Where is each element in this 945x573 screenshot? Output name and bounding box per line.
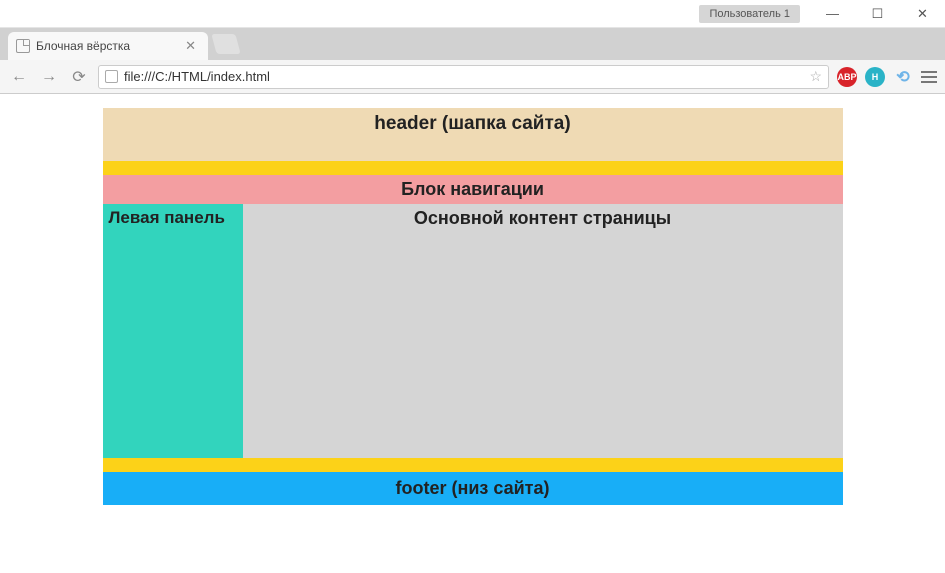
- forward-button[interactable]: →: [38, 68, 60, 86]
- reload-button[interactable]: ⟳: [68, 67, 90, 87]
- sync-icon[interactable]: ⟲: [893, 67, 913, 87]
- browser-tab[interactable]: Блочная вёрстка ✕: [8, 32, 208, 60]
- page-viewport: header (шапка сайта) Блок навигации Лева…: [0, 94, 945, 573]
- navigation-block: Блок навигации: [103, 175, 843, 204]
- bookmark-star-icon[interactable]: ☆: [809, 68, 822, 85]
- close-button[interactable]: ✕: [900, 0, 945, 28]
- site-footer: footer (низ сайта): [103, 472, 843, 505]
- address-bar[interactable]: ☆: [98, 65, 829, 89]
- left-panel: Левая панель: [103, 204, 243, 458]
- main-content: Основной контент страницы: [243, 204, 843, 458]
- h-extension-icon[interactable]: H: [865, 67, 885, 87]
- back-button[interactable]: ←: [8, 68, 30, 86]
- window-controls: — ☐ ✕: [810, 0, 945, 28]
- minimize-button[interactable]: —: [810, 0, 855, 28]
- page-icon: [16, 39, 30, 53]
- new-tab-button[interactable]: [211, 34, 240, 54]
- separator-bottom: [103, 458, 843, 472]
- maximize-button[interactable]: ☐: [855, 0, 900, 28]
- browser-toolbar: ← → ⟳ ☆ ABP H ⟲: [0, 60, 945, 94]
- separator-top: [103, 161, 843, 175]
- site-header: header (шапка сайта): [103, 108, 843, 161]
- url-input[interactable]: [124, 69, 803, 84]
- hamburger-menu-icon[interactable]: [921, 71, 937, 83]
- user-badge[interactable]: Пользователь 1: [699, 5, 800, 23]
- window-titlebar: Пользователь 1 — ☐ ✕: [0, 0, 945, 28]
- page-icon: [105, 70, 118, 83]
- page-layout: header (шапка сайта) Блок навигации Лева…: [103, 108, 843, 505]
- tab-title: Блочная вёрстка: [36, 39, 130, 53]
- content-columns: Левая панель Основной контент страницы: [103, 204, 843, 458]
- tab-strip: Блочная вёрстка ✕: [0, 28, 945, 60]
- tab-close-button[interactable]: ✕: [181, 38, 200, 54]
- abp-extension-icon[interactable]: ABP: [837, 67, 857, 87]
